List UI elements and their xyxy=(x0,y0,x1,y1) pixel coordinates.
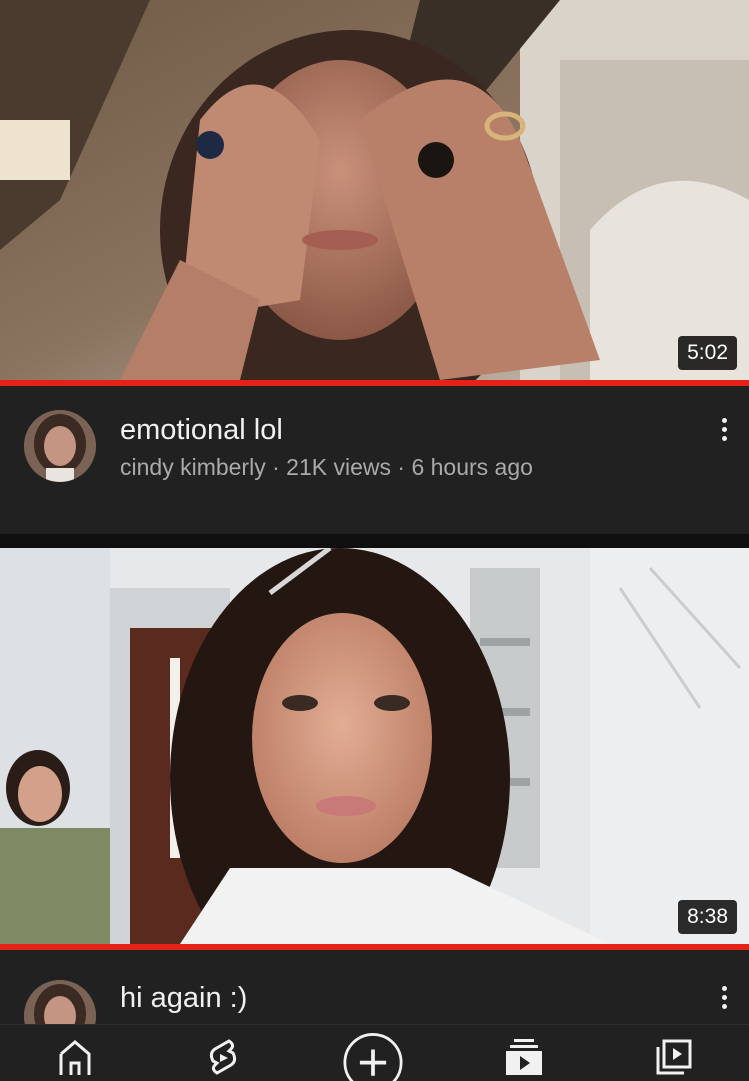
nav-subscriptions[interactable] xyxy=(494,1035,554,1081)
thumbnail-image-1 xyxy=(0,0,749,380)
feed-divider xyxy=(0,534,749,548)
library-icon xyxy=(656,1039,692,1075)
video-title[interactable]: hi again :) xyxy=(120,982,247,1015)
nav-shorts[interactable] xyxy=(193,1035,253,1081)
video-meta-1[interactable]: emotional lol cindy kimberly · 21K views… xyxy=(0,386,749,534)
home-icon xyxy=(59,1040,91,1075)
video-duration: 8:38 xyxy=(678,900,737,934)
upload-age: 6 hours ago xyxy=(411,454,533,480)
shorts-icon xyxy=(209,1039,237,1075)
channel-avatar[interactable] xyxy=(24,410,96,482)
create-icon xyxy=(343,1033,403,1081)
video-thumbnail-2[interactable]: 8:38 xyxy=(0,548,749,944)
separator: · xyxy=(397,454,406,480)
nav-library[interactable] xyxy=(644,1035,704,1081)
more-options-icon[interactable] xyxy=(717,418,731,448)
nav-home[interactable] xyxy=(45,1035,105,1081)
video-duration: 5:02 xyxy=(678,336,737,370)
bottom-navigation xyxy=(0,1024,749,1081)
channel-avatar[interactable] xyxy=(24,980,96,1025)
avatar-image xyxy=(24,980,96,1025)
more-options-icon[interactable] xyxy=(717,986,731,1016)
view-count: 21K views xyxy=(286,454,391,480)
thumbnail-image-2 xyxy=(0,548,749,944)
separator: · xyxy=(272,454,280,480)
video-title[interactable]: emotional lol xyxy=(120,414,283,447)
video-subtitle: cindy kimberly · 21K views · 6 hours ago xyxy=(120,454,533,481)
video-thumbnail-1[interactable]: 5:02 xyxy=(0,0,749,380)
video-meta-2[interactable]: hi again :) xyxy=(0,950,749,1025)
channel-name[interactable]: cindy kimberly xyxy=(120,454,266,480)
nav-create[interactable] xyxy=(343,1031,403,1081)
subscriptions-icon xyxy=(506,1039,542,1075)
avatar-image xyxy=(24,410,96,482)
